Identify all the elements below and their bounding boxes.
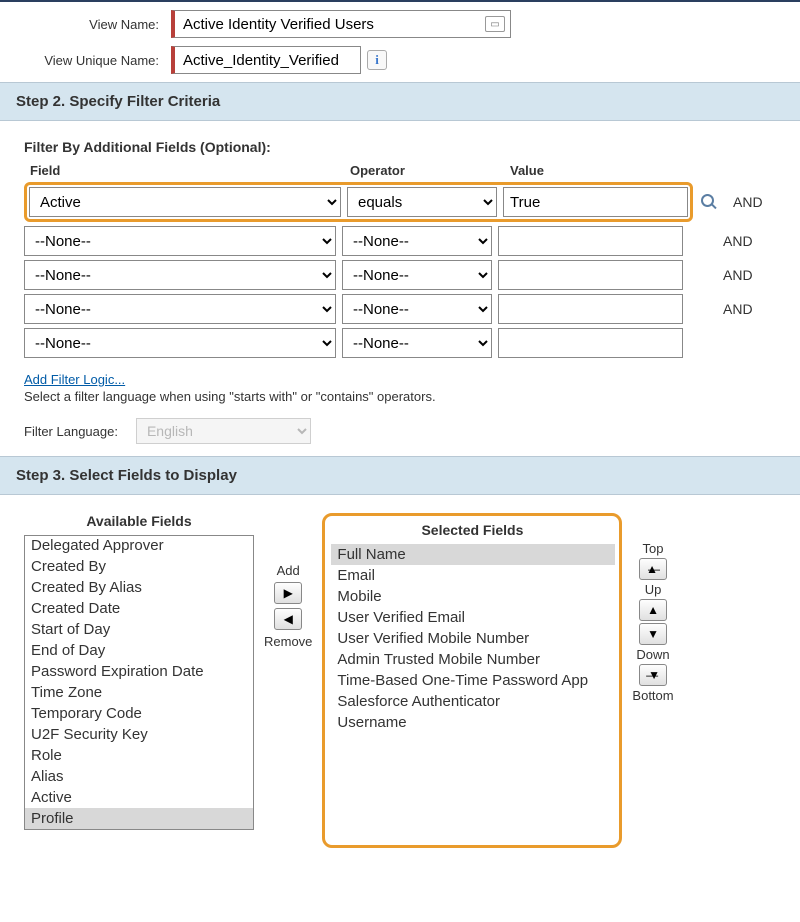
filter-section: Filter By Additional Fields (Optional): …: [0, 121, 800, 456]
filter-operator-select[interactable]: equals: [347, 187, 497, 217]
list-item[interactable]: User Verified Mobile Number: [331, 628, 615, 649]
available-fields-listbox[interactable]: Storage Used (KB)Delegated ApproverCreat…: [24, 535, 254, 830]
filter-row: --None----None-- AND: [24, 226, 776, 256]
filter-field-select[interactable]: --None--: [24, 294, 336, 324]
up-button[interactable]: ▲: [639, 599, 667, 621]
view-name-label: View Name:: [16, 17, 171, 32]
filter-field-select[interactable]: --None--: [24, 328, 336, 358]
list-item[interactable]: Admin Trusted Mobile Number: [331, 649, 615, 670]
add-filter-logic-link[interactable]: Add Filter Logic...: [24, 372, 125, 387]
filter-value-input[interactable]: [498, 328, 683, 358]
filter-value-input[interactable]: [498, 260, 683, 290]
list-item[interactable]: Role: [25, 745, 253, 766]
remove-button[interactable]: ◀: [274, 608, 302, 630]
view-name-input[interactable]: [171, 10, 511, 38]
list-item[interactable]: Temporary Code: [25, 703, 253, 724]
left-arrow-icon: ◀: [284, 612, 293, 626]
bottom-button[interactable]: —▼: [639, 664, 667, 686]
list-item[interactable]: Profile: [25, 808, 253, 829]
filter-value-input[interactable]: [498, 226, 683, 256]
filter-operator-select[interactable]: --None--: [342, 294, 492, 324]
list-item[interactable]: Email: [331, 565, 615, 586]
list-item[interactable]: Username: [331, 712, 615, 733]
available-column: Available Fields Storage Used (KB)Delega…: [24, 513, 254, 830]
up-label: Up: [645, 582, 662, 597]
and-text: AND: [733, 194, 773, 210]
list-item[interactable]: Password Expiration Date: [25, 661, 253, 682]
filter-title: Filter By Additional Fields (Optional):: [24, 139, 776, 155]
selected-title: Selected Fields: [331, 522, 613, 538]
remove-label: Remove: [264, 634, 312, 649]
list-item[interactable]: Alias: [25, 766, 253, 787]
list-item[interactable]: Active: [25, 787, 253, 808]
reorder-buttons: Top ▲— Up ▲ ▼ Down —▼ Bottom: [622, 513, 683, 703]
list-item[interactable]: Created Date: [25, 598, 253, 619]
and-text: AND: [723, 233, 763, 249]
lang-row: Filter Language: English: [24, 418, 776, 444]
filter-field-select[interactable]: --None--: [24, 260, 336, 290]
filter-hint: Select a filter language when using "sta…: [24, 389, 776, 404]
list-item[interactable]: Created By: [25, 556, 253, 577]
list-item[interactable]: Created By Alias: [25, 577, 253, 598]
right-arrow-icon: ▶: [284, 586, 293, 600]
view-unique-input[interactable]: [171, 46, 361, 74]
bottom-label: Bottom: [632, 688, 673, 703]
up-arrow-icon: ▲: [647, 603, 659, 617]
list-item[interactable]: Time Zone: [25, 682, 253, 703]
header-value: Value: [510, 163, 680, 178]
down-button[interactable]: ▼: [639, 623, 667, 645]
view-name-row: View Name: ▭: [0, 2, 800, 46]
list-item[interactable]: Start of Day: [25, 619, 253, 640]
filter-field-select[interactable]: Active: [29, 187, 341, 217]
list-item[interactable]: Salesforce Authenticator: [331, 691, 615, 712]
add-remove-buttons: Add ▶ ◀ Remove: [254, 513, 322, 649]
filter-row: --None----None--: [24, 328, 776, 358]
available-title: Available Fields: [24, 513, 254, 529]
list-item[interactable]: Delegated Approver: [25, 535, 253, 556]
list-item[interactable]: End of Day: [25, 640, 253, 661]
lookup-icon[interactable]: [699, 192, 719, 212]
step2-header: Step 2. Specify Filter Criteria: [0, 82, 800, 121]
filter-rows: ActiveequalsAND--None----None--AND--None…: [24, 182, 776, 358]
filter-operator-select[interactable]: --None--: [342, 260, 492, 290]
id-card-icon: ▭: [485, 16, 505, 32]
header-operator: Operator: [350, 163, 510, 178]
list-item[interactable]: Mobile: [331, 586, 615, 607]
step3-header: Step 3. Select Fields to Display: [0, 456, 800, 495]
filter-headers: Field Operator Value: [24, 163, 776, 178]
and-text: AND: [723, 301, 763, 317]
add-button[interactable]: ▶: [274, 582, 302, 604]
top-icon: ▲—: [646, 562, 660, 576]
filter-operator-select[interactable]: --None--: [342, 226, 492, 256]
list-item[interactable]: User Verified Email: [331, 607, 615, 628]
filter-value-input[interactable]: [503, 187, 688, 217]
list-item[interactable]: Full Name: [331, 544, 615, 565]
selected-column: Selected Fields Full NameEmailMobileUser…: [322, 513, 622, 848]
view-unique-label: View Unique Name:: [16, 53, 171, 68]
filter-field-select[interactable]: --None--: [24, 226, 336, 256]
columns-section: Available Fields Storage Used (KB)Delega…: [0, 495, 800, 866]
view-unique-row: View Unique Name: i: [0, 46, 800, 82]
header-field: Field: [30, 163, 350, 178]
add-label: Add: [277, 563, 300, 578]
filter-operator-select[interactable]: --None--: [342, 328, 492, 358]
bottom-icon: —▼: [646, 668, 660, 682]
selected-fields-listbox[interactable]: Full NameEmailMobileUser Verified EmailU…: [331, 544, 615, 839]
list-item[interactable]: U2F Security Key: [25, 724, 253, 745]
down-label: Down: [636, 647, 669, 662]
and-text: AND: [723, 267, 763, 283]
filter-row: --None----None-- AND: [24, 260, 776, 290]
filter-row: --None----None-- AND: [24, 294, 776, 324]
filter-row: Activeequals AND: [24, 182, 776, 222]
filter-language-label: Filter Language:: [24, 424, 118, 439]
top-label: Top: [643, 541, 664, 556]
filter-language-select[interactable]: English: [136, 418, 311, 444]
top-button[interactable]: ▲—: [639, 558, 667, 580]
down-arrow-icon: ▼: [647, 627, 659, 641]
info-icon[interactable]: i: [367, 50, 387, 70]
filter-value-input[interactable]: [498, 294, 683, 324]
list-item[interactable]: Time-Based One-Time Password App: [331, 670, 615, 691]
selected-highlight: Selected Fields Full NameEmailMobileUser…: [322, 513, 622, 848]
